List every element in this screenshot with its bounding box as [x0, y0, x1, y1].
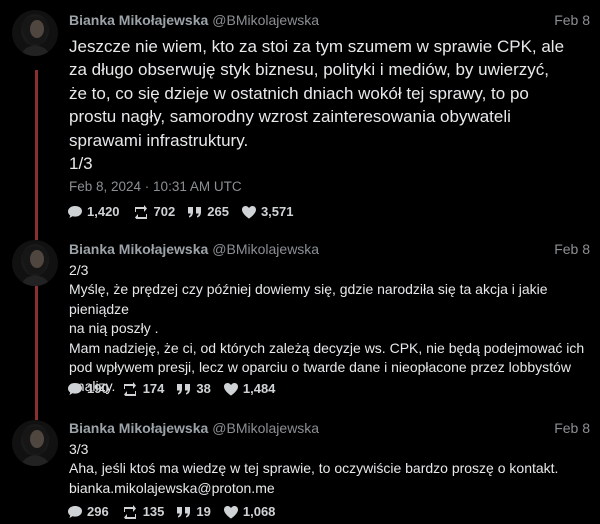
comment-icon: [68, 505, 82, 518]
avatar[interactable]: [12, 240, 58, 286]
quote-icon: [177, 383, 191, 394]
retweet-count: 174: [142, 381, 165, 396]
reply-count: 296: [87, 504, 109, 519]
like-count: 1,068: [242, 504, 276, 519]
tweet-date[interactable]: Feb 8: [554, 419, 590, 437]
retweet-stat[interactable]: 135: [121, 504, 165, 519]
retweet-icon: [123, 381, 136, 396]
retweet-stat[interactable]: 174: [121, 381, 165, 396]
author-handle[interactable]: @BMikolajewska: [212, 420, 319, 436]
avatar[interactable]: [12, 420, 58, 466]
heart-icon: [223, 505, 238, 518]
avatar-photo: [12, 240, 58, 286]
reply-stat[interactable]: 190: [67, 381, 109, 396]
author-handle[interactable]: @BMikolajewska: [212, 12, 319, 28]
quote-icon: [177, 506, 191, 517]
quote-count: 265: [207, 204, 229, 219]
avatar[interactable]: [12, 10, 58, 56]
like-stat[interactable]: 1,484: [223, 381, 276, 396]
retweet-count: 135: [142, 504, 165, 519]
comment-icon: [68, 205, 82, 218]
like-count: 1,484: [242, 381, 276, 396]
tweet-text: 2/3 Myślę, że prędzej czy później dowiem…: [69, 262, 585, 395]
quote-stat[interactable]: 19: [176, 504, 211, 519]
quote-icon: [188, 206, 202, 217]
quote-stat[interactable]: 265: [187, 204, 229, 219]
like-count: 3,571: [260, 204, 294, 219]
retweet-count: 702: [153, 204, 176, 219]
avatar-photo: [12, 10, 58, 56]
like-stat[interactable]: 3,571: [241, 204, 294, 219]
quote-count: 38: [196, 381, 211, 396]
comment-icon: [68, 382, 82, 395]
author-name[interactable]: Bianka Mikołajewska: [69, 12, 208, 28]
reply-stat[interactable]: 296: [67, 504, 109, 519]
author-name[interactable]: Bianka Mikołajewska: [69, 420, 208, 436]
retweet-stat[interactable]: 702: [132, 204, 176, 219]
tweet-stats: 1,420 702 265 3,571: [67, 204, 306, 219]
tweet-date[interactable]: Feb 8: [554, 11, 590, 29]
avatar-photo: [12, 420, 58, 466]
tweet-header: Bianka Mikołajewska @BMikolajewska Feb 8: [69, 11, 590, 29]
quote-count: 19: [196, 504, 211, 519]
tweet-text: 3/3 Aha, jeśli ktoś ma wiedzę w tej spra…: [69, 441, 559, 496]
tweet-stats: 190 174 38 1,484: [67, 381, 287, 396]
reply-stat[interactable]: 1,420: [67, 204, 120, 219]
tweet-stats: 296 135 19 1,068: [67, 504, 287, 519]
author-handle[interactable]: @BMikolajewska: [212, 241, 319, 257]
retweet-icon: [123, 504, 136, 519]
reply-count: 1,420: [87, 204, 120, 219]
tweet-header: Bianka Mikołajewska @BMikolajewska Feb 8: [69, 419, 590, 437]
author-name[interactable]: Bianka Mikołajewska: [69, 241, 208, 257]
reply-count: 190: [87, 381, 109, 396]
tweet-header: Bianka Mikołajewska @BMikolajewska Feb 8: [69, 240, 590, 258]
tweet-date[interactable]: Feb 8: [554, 240, 590, 258]
tweet-text: Jeszcze nie wiem, kto za stoi za tym szu…: [69, 37, 565, 174]
retweet-icon: [134, 204, 147, 219]
heart-icon: [223, 382, 238, 395]
heart-icon: [241, 205, 256, 218]
tweet-timestamp[interactable]: Feb 8, 2024 · 10:31 AM UTC: [69, 179, 242, 194]
like-stat[interactable]: 1,068: [223, 504, 276, 519]
quote-stat[interactable]: 38: [176, 381, 211, 396]
